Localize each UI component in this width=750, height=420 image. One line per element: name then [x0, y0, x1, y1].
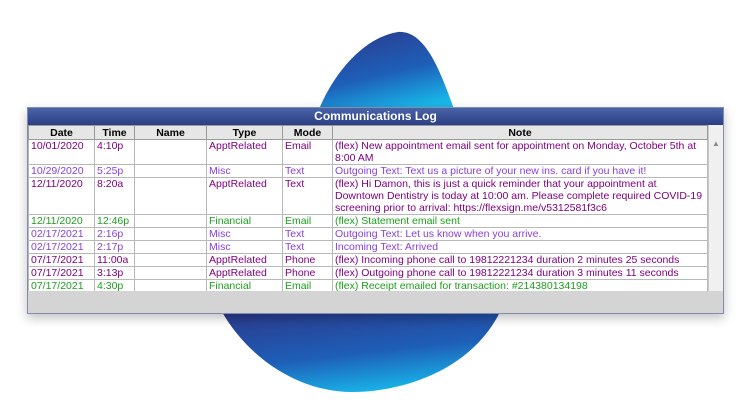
cell-note: Outgoing Text: Text us a picture of your…	[332, 164, 708, 178]
cell-note: Incoming Text: Arrived	[332, 240, 708, 254]
cell-mode: Text	[282, 177, 333, 215]
table-row[interactable]: 07/17/2021 11:00a ApptRelated Phone (flex) I…	[28, 253, 708, 267]
grid-area: Date Time Name Type Mode Note 10/01/2020…	[28, 125, 723, 313]
vertical-scrollbar[interactable]: ▲	[708, 125, 723, 300]
grid-footer	[28, 291, 723, 313]
cell-name	[134, 214, 207, 228]
cell-note: (flex) New appointment email sent for ap…	[332, 139, 708, 165]
cell-mode: Text	[282, 240, 333, 254]
column-header-time[interactable]: Time	[94, 125, 135, 140]
table-row[interactable]: 12/11/2020 8:20a ApptRelated Text (flex) Hi …	[28, 177, 708, 215]
cell-time: 3:13p	[94, 266, 135, 280]
column-header-note[interactable]: Note	[332, 125, 708, 140]
table-row[interactable]: 12/11/2020 12:46p Financial Email (flex) Sta…	[28, 214, 708, 228]
table-row[interactable]: 02/17/2021 2:17p Misc Text Incoming Text: Ar…	[28, 240, 708, 254]
table-row[interactable]: 10/01/2020 4:10p ApptRelated Email (flex) Ne…	[28, 139, 708, 165]
cell-mode: Email	[282, 139, 333, 165]
cell-time: 4:10p	[94, 139, 135, 165]
cell-name	[134, 253, 207, 267]
cell-date: 07/17/2021	[28, 266, 95, 280]
cell-mode: Text	[282, 164, 333, 178]
column-header-name[interactable]: Name	[134, 125, 207, 140]
cell-date: 02/17/2021	[28, 240, 95, 254]
cell-time: 2:17p	[94, 240, 135, 254]
table-row[interactable]: 02/17/2021 2:16p Misc Text Outgoing Text: Le…	[28, 227, 708, 241]
cell-note: (flex) Outgoing phone call to 1981222123…	[332, 266, 708, 280]
cell-date: 10/29/2020	[28, 164, 95, 178]
cell-mode: Text	[282, 227, 333, 241]
communications-log-window: Communications Log Date Time Name Type M…	[27, 107, 724, 314]
cell-name	[134, 266, 207, 280]
cell-mode: Phone	[282, 266, 333, 280]
cell-date: 10/01/2020	[28, 139, 95, 165]
cell-time: 8:20a	[94, 177, 135, 215]
table-row[interactable]: 07/17/2021 3:13p ApptRelated Phone (flex) Ou…	[28, 266, 708, 280]
cell-type: ApptRelated	[206, 266, 283, 280]
cell-type: Financial	[206, 214, 283, 228]
cell-date: 12/11/2020	[28, 214, 95, 228]
header-row: Date Time Name Type Mode Note	[28, 125, 708, 140]
cell-note: (flex) Incoming phone call to 1981222123…	[332, 253, 708, 267]
cell-date: 07/17/2021	[28, 253, 95, 267]
cell-type: Misc	[206, 227, 283, 241]
cell-type: Misc	[206, 240, 283, 254]
cell-name	[134, 139, 207, 165]
cell-time: 11:00a	[94, 253, 135, 267]
cell-type: ApptRelated	[206, 139, 283, 165]
cell-name	[134, 227, 207, 241]
cell-note: Outgoing Text: Let us know when you arri…	[332, 227, 708, 241]
column-header-mode[interactable]: Mode	[282, 125, 333, 140]
arrow-up-icon[interactable]: ▲	[709, 138, 723, 150]
cell-time: 12:46p	[94, 214, 135, 228]
cell-type: ApptRelated	[206, 177, 283, 215]
communications-table: Date Time Name Type Mode Note 10/01/2020…	[28, 125, 708, 293]
cell-name	[134, 164, 207, 178]
window-title: Communications Log	[28, 108, 723, 125]
cell-date: 02/17/2021	[28, 227, 95, 241]
cell-type: Misc	[206, 164, 283, 178]
cell-name	[134, 240, 207, 254]
column-header-date[interactable]: Date	[28, 125, 95, 140]
cell-note: (flex) Statement email sent	[332, 214, 708, 228]
cell-time: 5:25p	[94, 164, 135, 178]
table-row[interactable]: 10/29/2020 5:25p Misc Text Outgoing Text: Te…	[28, 164, 708, 178]
cell-note: (flex) Hi Damon, this is just a quick re…	[332, 177, 708, 215]
cell-type: ApptRelated	[206, 253, 283, 267]
cell-time: 2:16p	[94, 227, 135, 241]
cell-date: 12/11/2020	[28, 177, 95, 215]
cell-mode: Phone	[282, 253, 333, 267]
cell-mode: Email	[282, 214, 333, 228]
column-header-type[interactable]: Type	[206, 125, 283, 140]
cell-name	[134, 177, 207, 215]
